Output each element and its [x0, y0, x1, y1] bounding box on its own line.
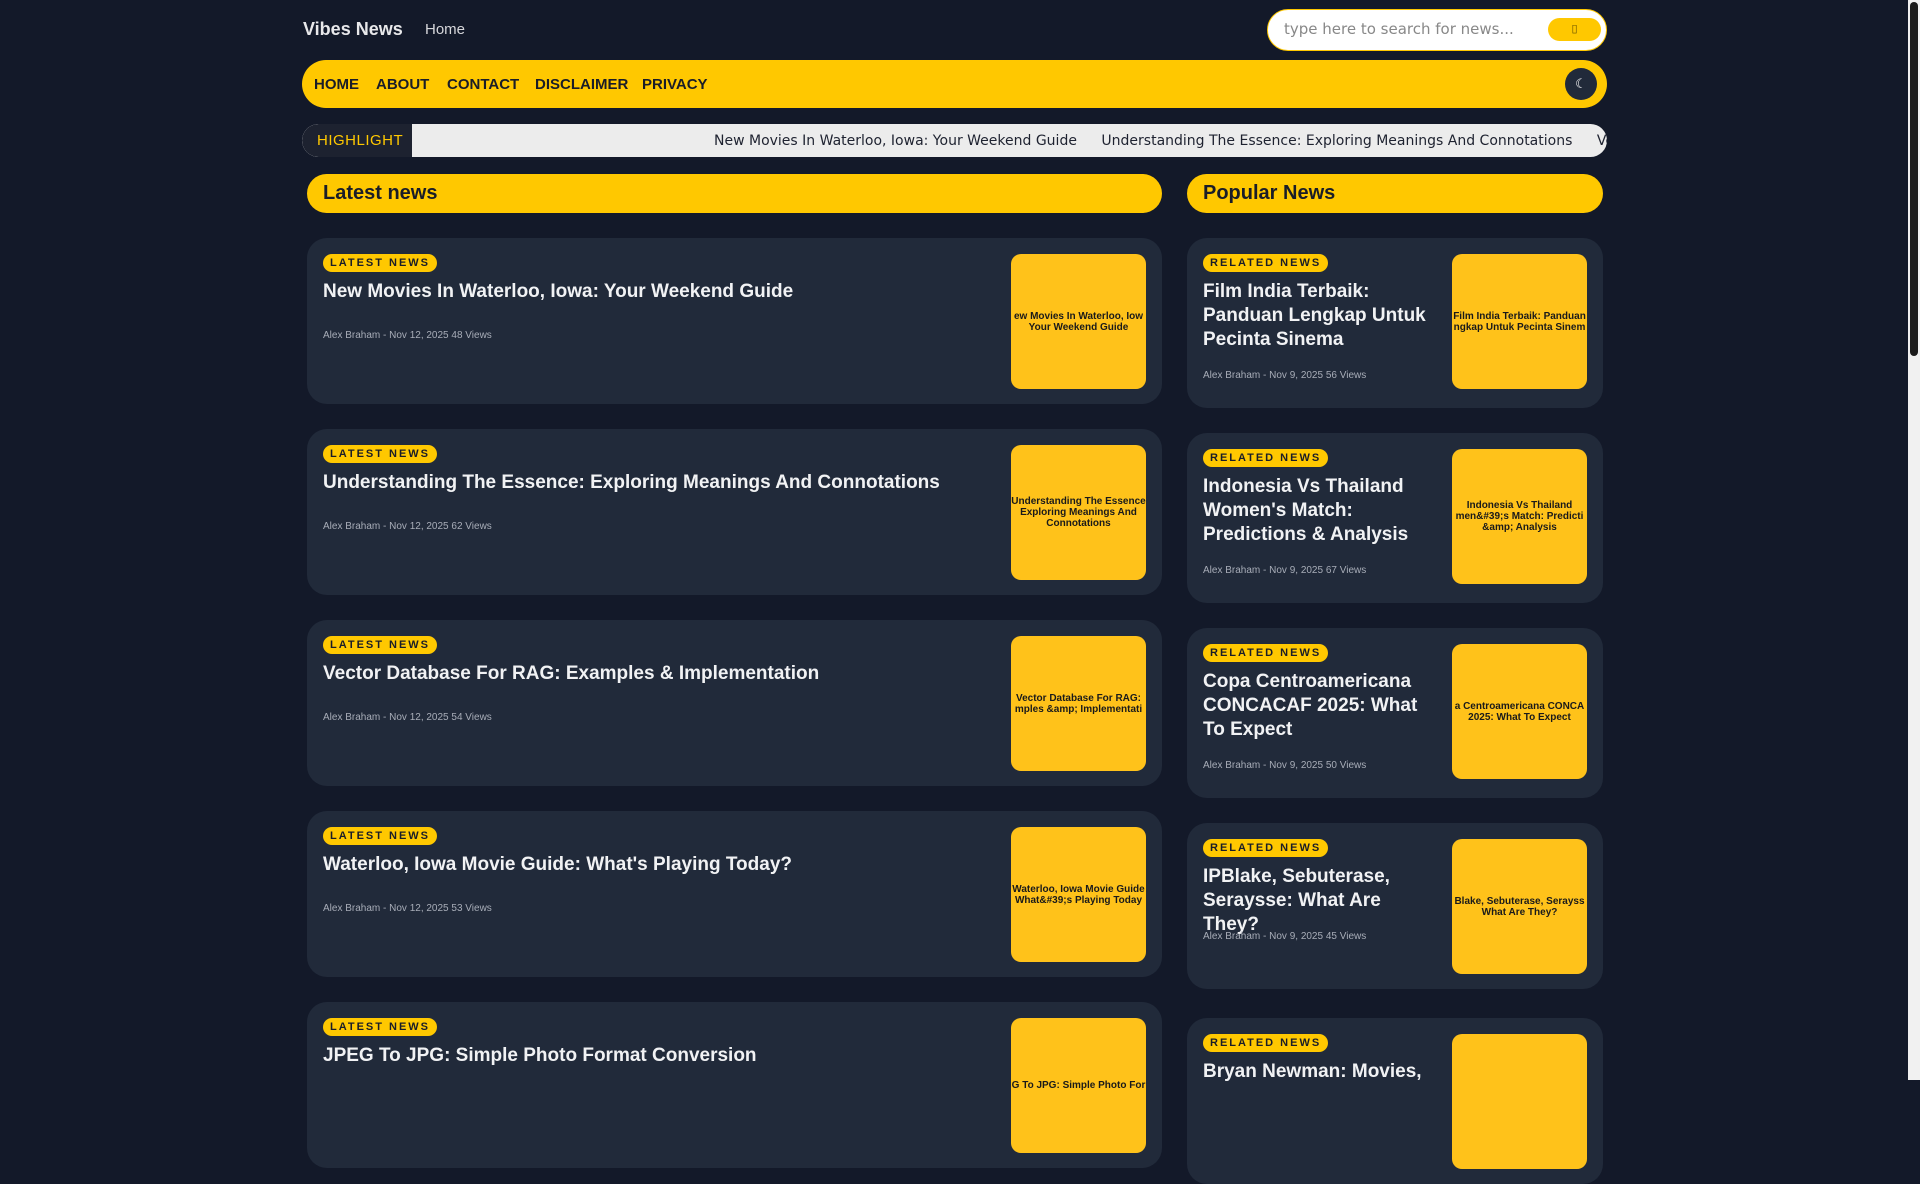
thumbnail-text: Understanding The Essence Exploring Mean… [1011, 496, 1146, 529]
news-title[interactable]: Waterloo, Iowa Movie Guide: What's Playi… [323, 853, 997, 877]
news-meta: Alex Braham - Nov 9, 2025 45 Views [1203, 931, 1367, 942]
nav-about[interactable]: ABOUT [376, 76, 429, 93]
news-card[interactable]: RELATED NEWS Bryan Newman: Movies, [1187, 1018, 1603, 1184]
thumbnail-text: Waterloo, Iowa Movie Guide What&#39;s Pl… [1012, 883, 1145, 906]
news-thumbnail[interactable] [1452, 1034, 1587, 1169]
search-box: ▯ [1267, 9, 1607, 51]
news-title[interactable]: New Movies In Waterloo, Iowa: Your Weeke… [323, 280, 997, 304]
nav-disclaimer[interactable]: DISCLAIMER [535, 76, 628, 93]
moon-icon: ☾ [1575, 76, 1587, 91]
header-home-link[interactable]: Home [425, 21, 465, 38]
news-card[interactable]: LATEST NEWS Waterloo, Iowa Movie Guide: … [307, 811, 1162, 977]
news-title[interactable]: Understanding The Essence: Exploring Mea… [323, 471, 997, 495]
thumbnail-text: a Centroamericana CONCA 2025: What To Ex… [1454, 700, 1585, 723]
news-thumbnail[interactable]: Indonesia Vs Thailand men&#39;s Match: P… [1452, 449, 1587, 584]
news-meta: Alex Braham - Nov 12, 2025 62 Views [323, 521, 492, 532]
news-card[interactable]: RELATED NEWS IPBlake, Sebuterase, Serays… [1187, 823, 1603, 989]
news-meta: Alex Braham - Nov 12, 2025 53 Views [323, 903, 492, 914]
search-icon: ▯ [1571, 23, 1578, 35]
news-card[interactable]: RELATED NEWS Copa Centroamericana CONCAC… [1187, 628, 1603, 798]
theme-toggle-button[interactable]: ☾ [1565, 68, 1597, 100]
news-title[interactable]: IPBlake, Sebuterase, Seraysse: What Are … [1203, 865, 1438, 937]
news-title[interactable]: Indonesia Vs Thailand Women's Match: Pre… [1203, 475, 1438, 547]
thumbnail-text: Film India Terbaik: Panduan ngkap Untuk … [1453, 310, 1586, 333]
news-meta: Alex Braham - Nov 9, 2025 50 Views [1203, 760, 1367, 771]
news-title[interactable]: Vector Database For RAG: Examples & Impl… [323, 662, 997, 686]
nav-contact[interactable]: CONTACT [447, 76, 519, 93]
category-badge[interactable]: RELATED NEWS [1203, 1034, 1329, 1052]
nav-privacy[interactable]: PRIVACY [642, 76, 708, 93]
category-badge[interactable]: LATEST NEWS [323, 1018, 438, 1036]
news-title[interactable]: Copa Centroamericana CONCACAF 2025: What… [1203, 670, 1438, 742]
news-thumbnail[interactable]: Blake, Sebuterase, Serayss What Are They… [1452, 839, 1587, 974]
news-card[interactable]: LATEST NEWS JPEG To JPG: Simple Photo Fo… [307, 1002, 1162, 1168]
category-badge[interactable]: LATEST NEWS [323, 636, 438, 654]
news-thumbnail[interactable]: Film India Terbaik: Panduan ngkap Untuk … [1452, 254, 1587, 389]
category-badge[interactable]: LATEST NEWS [323, 254, 438, 272]
popular-news-heading: Popular News [1187, 174, 1603, 213]
thumbnail-text: Indonesia Vs Thailand men&#39;s Match: P… [1455, 500, 1584, 533]
news-title[interactable]: JPEG To JPG: Simple Photo Format Convers… [323, 1044, 997, 1068]
news-card[interactable]: RELATED NEWS Indonesia Vs Thailand Women… [1187, 433, 1603, 603]
news-thumbnail[interactable]: Vector Database For RAG: mples &amp; Imp… [1011, 636, 1146, 771]
news-thumbnail[interactable]: G To JPG: Simple Photo For [1011, 1018, 1146, 1153]
category-badge[interactable]: LATEST NEWS [323, 445, 438, 463]
main-nav: HOME ABOUT CONTACT DISCLAIMER PRIVACY ☾ [302, 60, 1607, 108]
scrollbar-thumb[interactable] [1910, 2, 1918, 356]
category-badge[interactable]: RELATED NEWS [1203, 254, 1329, 272]
news-card[interactable]: RELATED NEWS Film India Terbaik: Panduan… [1187, 238, 1603, 408]
thumbnail-text: ew Movies In Waterloo, Iow Your Weekend … [1013, 310, 1144, 333]
nav-home[interactable]: HOME [314, 76, 359, 93]
search-input[interactable] [1284, 20, 1524, 38]
category-badge[interactable]: RELATED NEWS [1203, 839, 1329, 857]
news-card[interactable]: LATEST NEWS New Movies In Waterloo, Iowa… [307, 238, 1162, 404]
search-button[interactable]: ▯ [1548, 18, 1601, 41]
highlight-label: HIGHLIGHT [302, 124, 412, 157]
category-badge[interactable]: RELATED NEWS [1203, 449, 1329, 467]
news-thumbnail[interactable]: Waterloo, Iowa Movie Guide What&#39;s Pl… [1011, 827, 1146, 962]
news-thumbnail[interactable]: ew Movies In Waterloo, Iow Your Weekend … [1011, 254, 1146, 389]
latest-news-heading: Latest news [307, 174, 1162, 213]
news-meta: Alex Braham - Nov 12, 2025 48 Views [323, 330, 492, 341]
thumbnail-text: Blake, Sebuterase, Serayss What Are They… [1454, 895, 1585, 918]
site-brand[interactable]: Vibes News [303, 19, 403, 40]
ticker-item[interactable]: Understanding The Essence: Exploring Mea… [1101, 133, 1572, 149]
highlight-bar: HIGHLIGHT New Movies In Waterloo, Iowa: … [302, 124, 1607, 157]
thumbnail-text: G To JPG: Simple Photo For [1011, 1080, 1146, 1091]
news-title[interactable]: Bryan Newman: Movies, [1203, 1060, 1438, 1084]
ticker-item[interactable]: Vector D [1597, 133, 1607, 149]
news-card[interactable]: LATEST NEWS Understanding The Essence: E… [307, 429, 1162, 595]
scrollbar[interactable] [1908, 0, 1920, 1080]
highlight-ticker: New Movies In Waterloo, Iowa: Your Weeke… [714, 124, 1607, 157]
news-meta: Alex Braham - Nov 12, 2025 54 Views [323, 712, 492, 723]
category-badge[interactable]: LATEST NEWS [323, 827, 438, 845]
news-meta: Alex Braham - Nov 9, 2025 56 Views [1203, 370, 1367, 381]
news-thumbnail[interactable]: a Centroamericana CONCA 2025: What To Ex… [1452, 644, 1587, 779]
category-badge[interactable]: RELATED NEWS [1203, 644, 1329, 662]
news-card[interactable]: LATEST NEWS Vector Database For RAG: Exa… [307, 620, 1162, 786]
ticker-item[interactable]: New Movies In Waterloo, Iowa: Your Weeke… [714, 133, 1077, 149]
news-title[interactable]: Film India Terbaik: Panduan Lengkap Untu… [1203, 280, 1438, 352]
thumbnail-text: Vector Database For RAG: mples &amp; Imp… [1014, 692, 1143, 715]
news-meta: Alex Braham - Nov 9, 2025 67 Views [1203, 565, 1367, 576]
news-thumbnail[interactable]: Understanding The Essence Exploring Mean… [1011, 445, 1146, 580]
